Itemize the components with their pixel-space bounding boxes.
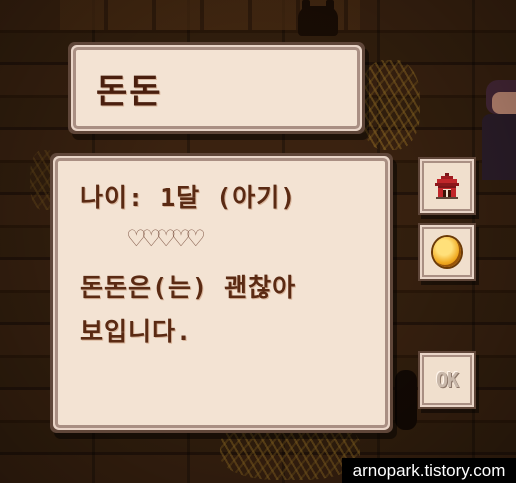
site-watermark: arnopark.tistory.com xyxy=(342,458,516,483)
ok-button-label: OK xyxy=(435,368,459,392)
black-cat-silhouette xyxy=(298,0,338,36)
pet-mood-text: 돈돈은(는) 괜찮아 보입니다. xyxy=(80,273,297,346)
shadow-object xyxy=(395,370,417,430)
sell-pet-button[interactable] xyxy=(424,229,470,275)
ok-button[interactable]: OK xyxy=(424,357,470,403)
move-pet-house-button[interactable] xyxy=(424,163,470,209)
villager-head xyxy=(486,80,516,114)
friendship-hearts: ♡♡♡♡♡ xyxy=(128,222,204,255)
pet-age-label: 나이: 1달 (아기) xyxy=(80,183,297,212)
villager-face xyxy=(492,92,516,114)
hay-pile xyxy=(30,150,60,210)
hay-pile xyxy=(360,60,420,150)
villager-body xyxy=(482,114,516,180)
villager-character xyxy=(482,80,516,180)
pet-name-label: 돈돈 xyxy=(96,72,163,112)
barn-house-icon xyxy=(435,173,459,199)
wooden-shelf xyxy=(60,0,360,30)
gold-coin-icon xyxy=(433,237,461,267)
hay-pile xyxy=(220,420,360,480)
